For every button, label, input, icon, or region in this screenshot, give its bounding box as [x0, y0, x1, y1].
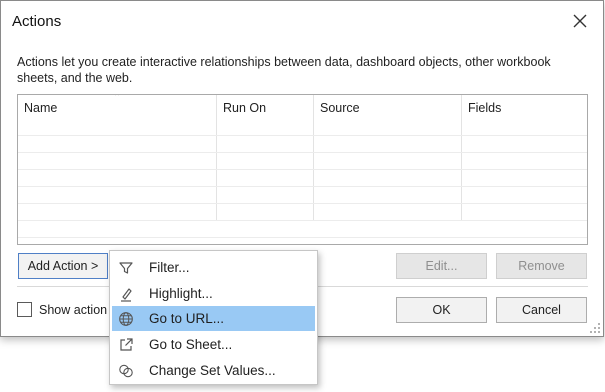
show-action-label: Show action [39, 303, 108, 317]
dialog-title: Actions [12, 13, 62, 30]
highlighter-icon [117, 285, 135, 303]
cancel-button[interactable]: Cancel [496, 297, 587, 323]
menu-item-filter[interactable]: Filter... [112, 255, 315, 280]
resize-grip-icon[interactable] [589, 322, 601, 334]
table-row-divider [18, 169, 587, 170]
sort-caret-icon: ⌃ [113, 94, 122, 103]
ok-button[interactable]: OK [396, 297, 487, 323]
remove-button[interactable]: Remove [496, 253, 587, 279]
menu-item-change-set-values[interactable]: Change Set Values... [112, 358, 315, 383]
set-values-icon [117, 362, 135, 380]
actions-table[interactable]: ⌃ Name Run On Source Fields [17, 94, 588, 245]
close-icon [573, 14, 587, 28]
table-row-divider [18, 152, 587, 153]
table-header: ⌃ Name Run On Source Fields [18, 94, 587, 221]
menu-item-go-to-url[interactable]: Go to URL... [112, 306, 315, 331]
table-row-divider [18, 186, 587, 187]
table-row-divider [18, 135, 587, 136]
filter-icon [117, 259, 135, 277]
add-action-button[interactable]: Add Action > [18, 253, 108, 279]
edit-button[interactable]: Edit... [396, 253, 487, 279]
dialog-description: Actions let you create interactive relat… [17, 55, 551, 85]
title-bar: Actions [1, 1, 603, 43]
external-link-icon [117, 336, 135, 354]
table-row-divider [18, 203, 587, 204]
menu-item-highlight[interactable]: Highlight... [112, 281, 315, 306]
show-action-checkbox[interactable] [17, 302, 32, 317]
globe-icon [117, 310, 135, 328]
add-action-menu: Filter... Highlight... Go to URL... Go t… [109, 250, 318, 385]
table-row-divider [18, 220, 587, 221]
close-button[interactable] [571, 12, 589, 30]
menu-item-go-to-sheet[interactable]: Go to Sheet... [112, 332, 315, 357]
table-row-divider [18, 237, 587, 238]
